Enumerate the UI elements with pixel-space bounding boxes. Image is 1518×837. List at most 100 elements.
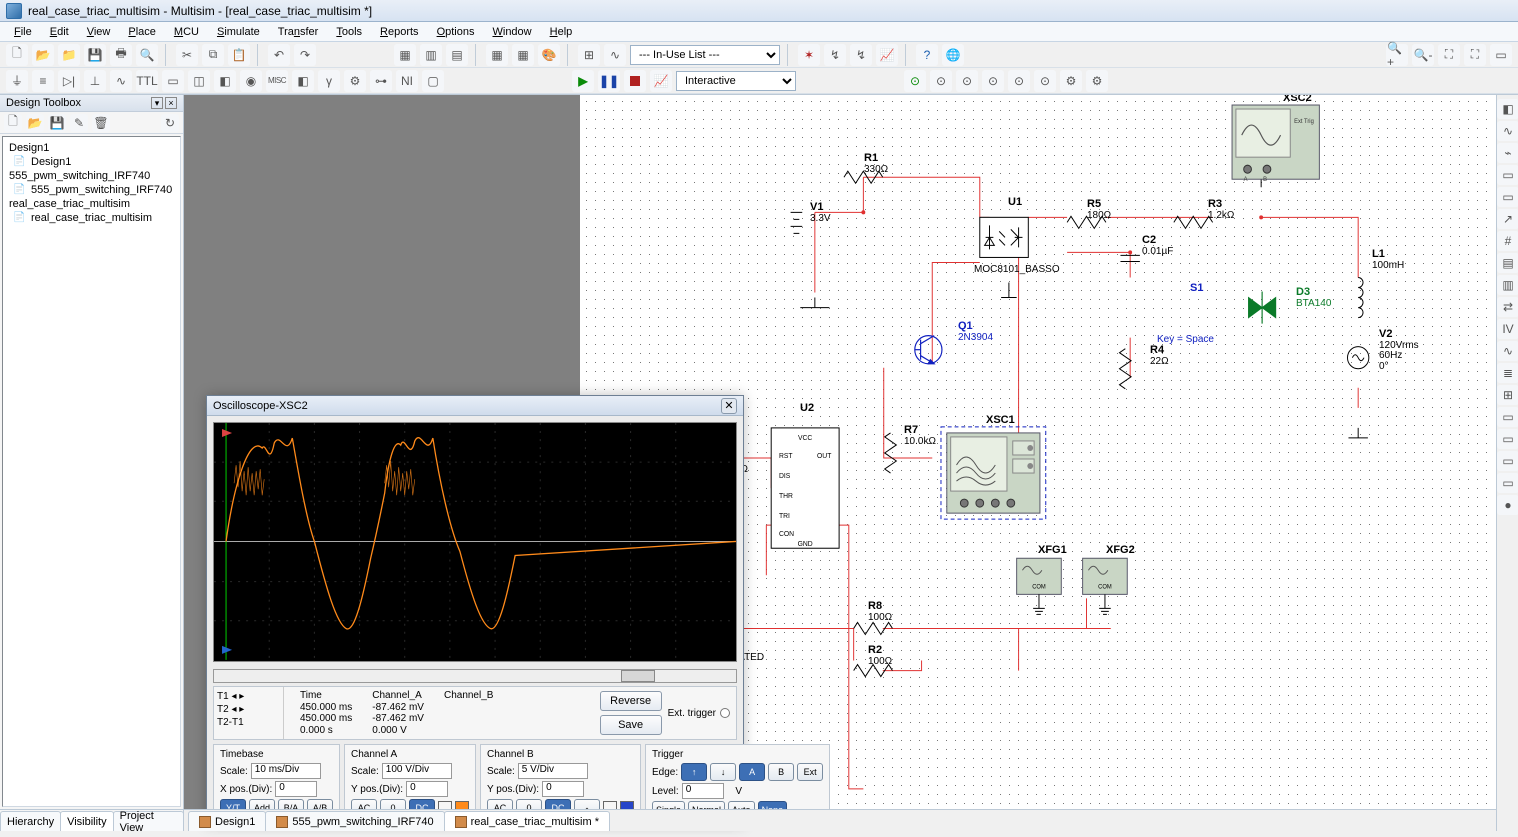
doc-tab-design1[interactable]: Design1 [188, 811, 266, 831]
osc-titlebar[interactable]: Oscilloscope-XSC2 ✕ [207, 396, 743, 416]
net-icon[interactable]: ∿ [604, 44, 626, 66]
tree-item[interactable]: real_case_triac_multisim [7, 197, 176, 211]
doc-tab-555[interactable]: 555_pwm_switching_IRF740 [265, 811, 444, 831]
analysis-c-icon[interactable]: ↯ [850, 44, 872, 66]
tree-item[interactable]: real_case_triac_multisim [7, 211, 176, 225]
help-icon[interactable]: ? [916, 44, 938, 66]
osc-time-scroll[interactable] [213, 668, 737, 684]
stop-button[interactable] [624, 70, 646, 92]
toolbox-refresh-icon[interactable]: ↻ [161, 114, 179, 132]
sim-mode-combo[interactable]: Interactive [676, 71, 796, 91]
power-icon[interactable]: MISC [266, 70, 288, 92]
menu-options[interactable]: Options [429, 24, 483, 40]
tool-grid-icon[interactable]: ▦ [512, 44, 534, 66]
menu-place[interactable]: Place [120, 24, 164, 40]
fullscreen-icon[interactable]: ▭ [1490, 44, 1512, 66]
sheet-icon[interactable]: ▥ [420, 44, 442, 66]
spreadsheet-icon[interactable]: ▤ [446, 44, 468, 66]
osc-screen[interactable] [214, 423, 736, 661]
menu-tools[interactable]: Tools [328, 24, 370, 40]
timebase-xpos-input[interactable]: 0 [275, 781, 317, 797]
probe-set-icon[interactable]: ⚙ [1086, 70, 1108, 92]
conn-icon[interactable]: ⊶ [370, 70, 392, 92]
sidebar-tabs[interactable]: Hierarchy Visibility Project View [0, 809, 183, 831]
new-file-icon[interactable]: 🗋 [6, 44, 28, 66]
copy-icon[interactable]: ⧉ [202, 44, 224, 66]
trig-fall[interactable]: ↓ [710, 763, 736, 781]
zoom-in-icon[interactable]: 🔍+ [1386, 44, 1408, 66]
paste-icon[interactable]: 📋 [228, 44, 250, 66]
periph-icon[interactable]: ◧ [292, 70, 314, 92]
misc-digital-icon[interactable]: ◫ [188, 70, 210, 92]
probe-dig-icon[interactable]: ⊙ [1034, 70, 1056, 92]
osc-save-button[interactable]: Save [600, 715, 662, 735]
toolbox-close-icon[interactable]: ▾ × [151, 97, 177, 109]
oscilloscope-window[interactable]: Oscilloscope-XSC2 ✕ [206, 395, 744, 825]
print-icon[interactable]: 🖶 [110, 44, 132, 66]
toolbox-save-icon[interactable]: 💾 [48, 114, 66, 132]
probe-diff-icon[interactable]: ⊙ [982, 70, 1004, 92]
open-design-icon[interactable]: 📁 [58, 44, 80, 66]
cut-icon[interactable]: ✂ [176, 44, 198, 66]
analysis-b-icon[interactable]: ↯ [824, 44, 846, 66]
instr-probe-icon[interactable]: ● [1497, 495, 1518, 515]
chB-scale-input[interactable]: 5 V/Div [518, 763, 588, 779]
tree-item[interactable]: 555_pwm_switching_IRF740 [7, 169, 176, 183]
instr-spec-icon[interactable]: ≣ [1497, 363, 1518, 383]
instr-freq-icon[interactable]: # [1497, 231, 1518, 251]
zoom-fit-icon[interactable]: ⛶ [1464, 44, 1486, 66]
probe-i-icon[interactable]: ⊙ [930, 70, 952, 92]
probe-ref-icon[interactable]: ⊙ [1008, 70, 1030, 92]
instr-net-icon[interactable]: ⊞ [1497, 385, 1518, 405]
probe-v-icon[interactable]: ⊙ [904, 70, 926, 92]
help-web-icon[interactable]: 🌐 [942, 44, 964, 66]
diode-icon[interactable]: ▷| [58, 70, 80, 92]
trig-Ext[interactable]: Ext [797, 763, 823, 781]
ext-trigger-jack[interactable] [720, 708, 730, 718]
menu-file[interactable]: File [6, 24, 40, 40]
tree-root[interactable]: Design1 [7, 141, 176, 155]
timebase-scale-input[interactable]: 10 ms/Div [251, 763, 321, 779]
doc-tab-triac[interactable]: real_case_triac_multisim * [444, 811, 610, 831]
trig-A[interactable]: A [739, 763, 765, 781]
instr-conv-icon[interactable]: ⇄ [1497, 297, 1518, 317]
toolbox-open-icon[interactable]: 📂 [26, 114, 44, 132]
redo-icon[interactable]: ↷ [294, 44, 316, 66]
ni-icon[interactable]: NI [396, 70, 418, 92]
instr-wattmeter-icon[interactable]: ⌁ [1497, 143, 1518, 163]
tree-item[interactable]: 555_pwm_switching_IRF740 [7, 183, 176, 197]
trig-rise[interactable]: ↑ [681, 763, 707, 781]
osc-close-icon[interactable]: ✕ [721, 398, 737, 414]
chA-ypos-input[interactable]: 0 [406, 781, 448, 797]
run-button[interactable]: ▶ [572, 70, 594, 92]
rf-icon[interactable]: γ [318, 70, 340, 92]
design-tree[interactable]: Design1 Design1 555_pwm_switching_IRF740… [2, 136, 181, 807]
chA-scale-input[interactable]: 100 V/Div [382, 763, 452, 779]
mixed-icon[interactable]: ◧ [214, 70, 236, 92]
chB-ypos-input[interactable]: 0 [542, 781, 584, 797]
instr-scope-icon[interactable]: ▭ [1497, 165, 1518, 185]
menu-simulate[interactable]: Simulate [209, 24, 268, 40]
print-preview-icon[interactable]: 🔍 [136, 44, 158, 66]
analog-icon[interactable]: ∿ [110, 70, 132, 92]
instr-logic-icon[interactable]: ▥ [1497, 275, 1518, 295]
save-icon[interactable]: 💾 [84, 44, 106, 66]
tool-color-icon[interactable]: 🎨 [538, 44, 560, 66]
analysis-a-icon[interactable]: ✶ [798, 44, 820, 66]
menu-mcu[interactable]: MCU [166, 24, 207, 40]
instr-iv-icon[interactable]: IV [1497, 319, 1518, 339]
instr-dist-icon[interactable]: ∿ [1497, 341, 1518, 361]
undo-icon[interactable]: ↶ [268, 44, 290, 66]
trig-B[interactable]: B [768, 763, 794, 781]
zoom-area-icon[interactable]: ⛶ [1438, 44, 1460, 66]
toolbox-new-icon[interactable]: 🗋 [4, 114, 22, 132]
trig-level-input[interactable]: 0 [682, 783, 724, 799]
menu-reports[interactable]: Reports [372, 24, 427, 40]
sim-graph-icon[interactable]: 📈 [650, 70, 672, 92]
tool-opt-icon[interactable]: ▦ [486, 44, 508, 66]
zoom-out-icon[interactable]: 🔍- [1412, 44, 1434, 66]
probe-p-icon[interactable]: ⊙ [956, 70, 978, 92]
toolbox-delete-icon[interactable]: 🗑 [92, 114, 110, 132]
indicator-icon[interactable]: ◉ [240, 70, 262, 92]
instr-agilent-icon[interactable]: ▭ [1497, 407, 1518, 427]
